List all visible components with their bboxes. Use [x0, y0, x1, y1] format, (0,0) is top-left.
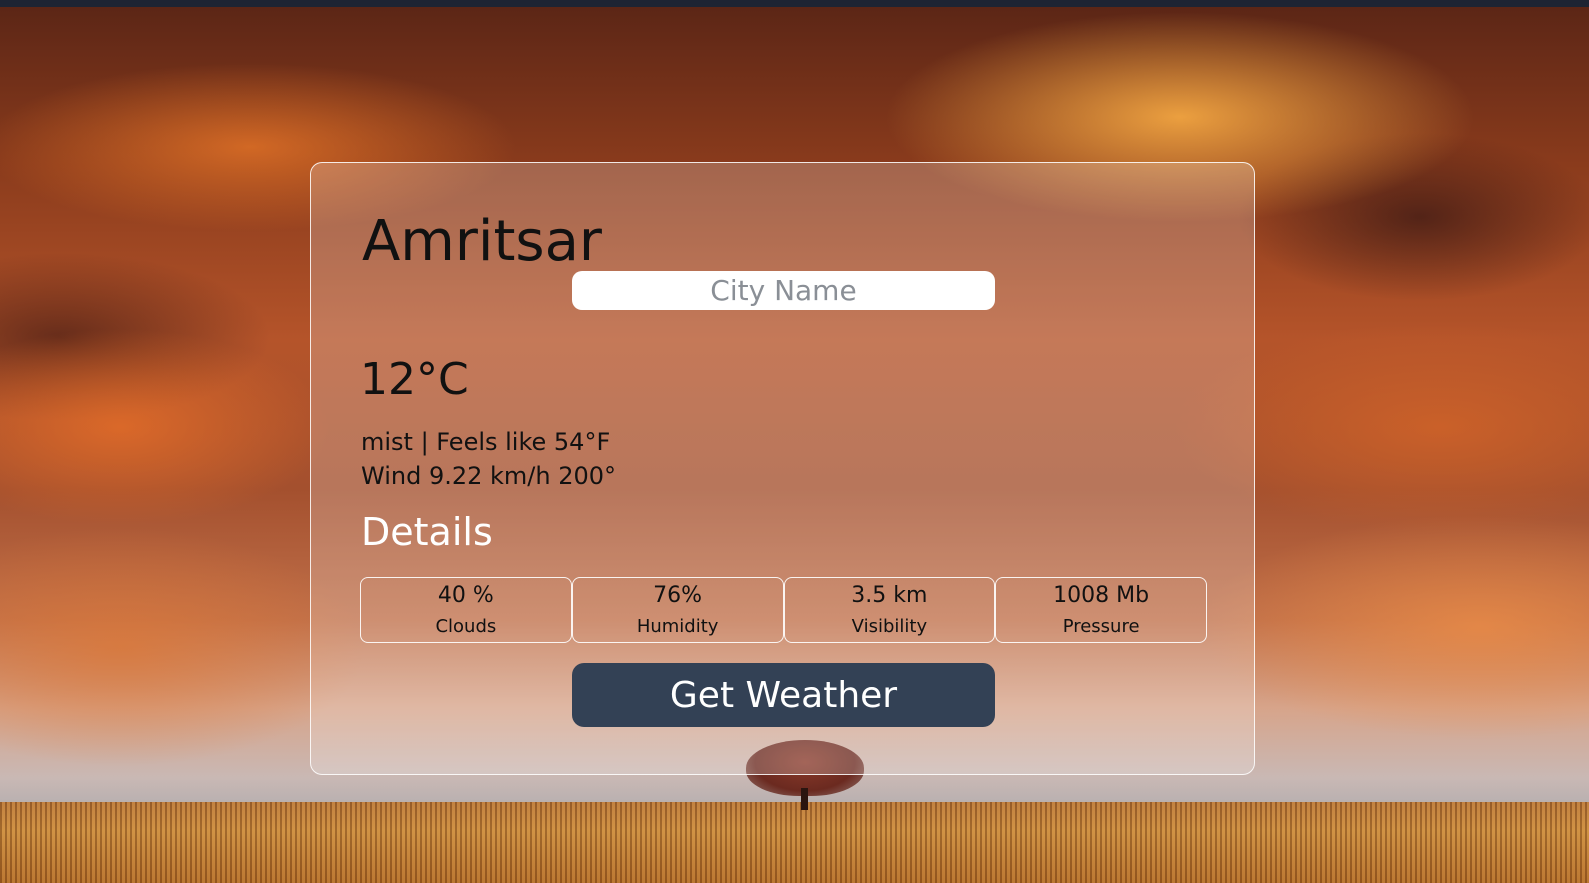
top-strip	[0, 0, 1589, 7]
condition-feels-like: mist | Feels like 54°F	[361, 428, 611, 456]
stat-label: Humidity	[636, 616, 719, 637]
stat-pressure: 1008 Mb Pressure	[995, 577, 1207, 643]
stat-value: 40 %	[437, 583, 494, 608]
city-search-input[interactable]	[572, 271, 995, 310]
stat-clouds: 40 % Clouds	[360, 577, 572, 643]
stat-humidity: 76% Humidity	[571, 577, 784, 643]
stat-visibility: 3.5 km Visibility	[783, 577, 996, 643]
stat-value: 76%	[653, 583, 703, 608]
get-weather-button[interactable]: Get Weather	[572, 663, 995, 727]
stat-label: Clouds	[435, 616, 497, 637]
stat-value: 1008 Mb	[1053, 583, 1150, 608]
wind-info: Wind 9.22 km/h 200°	[361, 462, 617, 490]
background-wheat-field	[0, 802, 1589, 883]
city-title: Amritsar	[362, 209, 602, 274]
stat-label: Visibility	[851, 616, 928, 637]
stat-label: Pressure	[1062, 616, 1140, 637]
details-heading: Details	[361, 510, 493, 554]
details-stats: 40 % Clouds 76% Humidity 3.5 km Visibili…	[360, 577, 1207, 643]
temperature: 12°C	[360, 354, 469, 405]
stat-value: 3.5 km	[851, 583, 928, 608]
tree-trunk	[801, 788, 808, 810]
